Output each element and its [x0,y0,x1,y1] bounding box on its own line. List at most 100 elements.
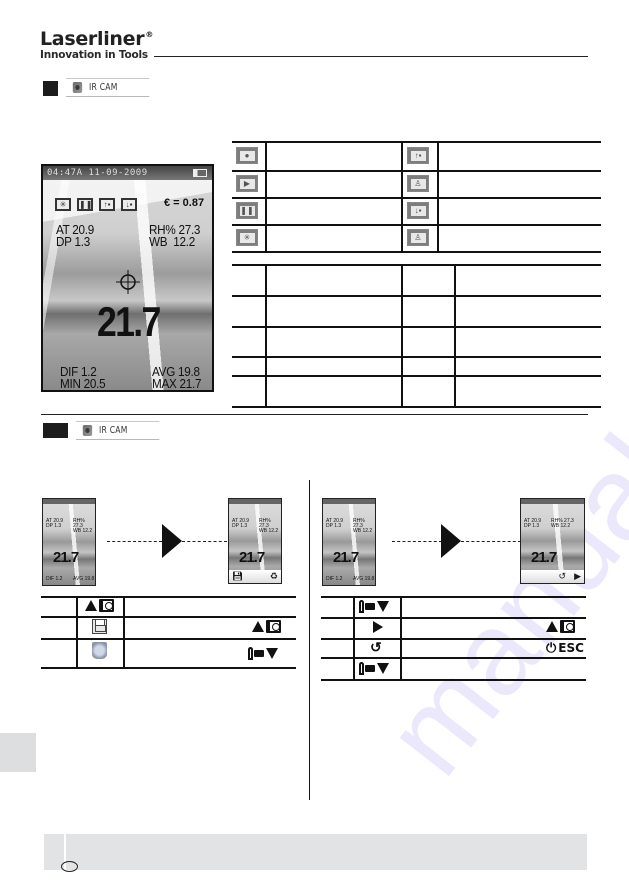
play-icon: ▶ [236,175,258,192]
thermal-image [323,499,375,585]
section-marker [43,423,68,438]
table-rule [321,596,586,598]
esc-label: ESC [558,641,584,655]
main-temperature: 21.7 [239,549,265,566]
table-divider [265,141,267,251]
table-divider [265,264,267,406]
table-rule [41,596,296,598]
table-rule [232,170,601,172]
mini-screen-before: AT 20.9 DP 1.3 RH% 27.3 WB 12.2 21.7 DIF 1… [322,498,376,586]
registered-mark: ® [145,30,154,39]
table-rule [232,251,601,253]
section-marker [43,81,58,96]
main-temperature: 21.7 [531,549,557,566]
pause-icon: ❚❚ [236,202,258,219]
brand-logo: Laserliner® [40,28,153,50]
main-temperature: 21.7 [97,298,161,345]
mini-screen-save-delete: AT 20.9 DP 1.3 RH% 27.3 WB 12.2 21.7 💾︎ ♻︎ [228,498,282,584]
dewpoint-alarm-off-icon: ♙ [407,229,429,246]
laser-icon: ✳ [236,229,258,246]
table-rule [232,375,601,377]
status-bar: 04:47A 11-09-2009 [43,166,212,180]
torch-down-key [359,600,389,613]
table-divider [437,141,439,251]
save-icon [92,619,107,634]
delete-icon [92,642,107,659]
laser-icon: ✳ [55,198,71,211]
alarm-high-icon: ↑▪ [407,147,429,164]
table-divider [400,596,402,679]
alarm-low-icon: ↓▪ [407,202,429,219]
play-icon [373,621,383,633]
table-divider [353,596,355,679]
table-rule [41,667,296,669]
table-divider [401,141,403,251]
alarm-high-icon: ↑▪ [99,198,115,211]
mode-tab-ir-cam: IR CAM [76,421,160,440]
screen-softkeys: ↺ ▶ [521,570,584,583]
emissivity-value: € = 0.87 [164,197,205,209]
save-icon[interactable]: 💾︎ [232,571,243,582]
table-rule [41,638,296,640]
table-rule [232,356,601,358]
dew-point: DP 1.3 [56,234,90,249]
table-divider [401,264,403,406]
table-divider [123,596,125,667]
mode-tab-ir-cam: IR CAM [66,78,150,97]
brand-name: Laserliner [40,28,145,50]
mode-label: IR CAM [88,82,118,93]
language-badge [61,861,78,872]
table-rule [232,406,601,408]
play-icon[interactable]: ▶ [574,571,581,582]
torch-down-key [248,647,278,660]
mode-label: IR CAM [98,425,128,436]
table-rule [321,657,586,659]
delete-icon[interactable]: ♻︎ [270,571,278,582]
table-rule [232,326,601,328]
arrow-right-icon [441,524,461,558]
up-camera-key [85,599,114,612]
table-divider [76,596,78,667]
rotate-icon[interactable]: ↺ [559,571,567,582]
pause-icon: ❚❚ [77,198,93,211]
battery-icon [193,169,207,177]
dewpoint-alarm-icon: ♙ [407,175,429,192]
mini-screen-before: AT 20.9 DP 1.3 RH% 27.3 WB 12.2 21.7 DIF 1… [42,498,96,586]
column-divider [309,480,310,800]
status-bar [229,499,281,504]
device-screen: 04:47A 11-09-2009 ✳ ❚❚ ↑▪ ↓▪ € = 0.87 AT… [41,164,214,392]
wet-bulb: WB 12.2 [149,234,195,249]
minimum-value: MIN 20.5 [60,376,106,391]
up-camera-key [546,620,575,633]
table-rule [232,295,601,297]
flow-connector [107,541,162,542]
flow-connector [182,541,227,542]
torch-down-key [359,662,389,675]
table-rule [321,679,586,681]
main-temperature: 21.7 [53,549,79,566]
thermal-image [43,499,95,585]
watermark: manualsarchive.com [360,0,629,799]
header-rule [154,56,588,57]
status-bar [323,499,375,504]
table-rule [232,264,601,266]
power-esc-key: ⏻ ESC [546,640,584,656]
screen-softkeys: 💾︎ ♻︎ [229,570,281,583]
table-divider [454,264,456,406]
table-rule [321,617,586,619]
time-date: 04:47A 11-09-2009 [47,168,148,178]
ir-camera-icon [72,82,83,93]
table-rule [232,197,601,199]
brand-tagline: Innovation in Tools [40,49,148,61]
main-temperature: 21.7 [333,549,359,566]
up-camera-key [252,620,281,633]
table-rule [41,616,296,618]
power-icon: ⏻ [546,640,557,655]
rotate-icon: ↺ [370,639,382,655]
note-box [44,834,587,870]
camera-icon: ● [236,147,258,164]
flow-connector [461,541,521,542]
table-rule [232,141,601,143]
screen-toolbar: ✳ ❚❚ ↑▪ ↓▪ [55,198,137,211]
crosshair-icon [116,270,140,294]
